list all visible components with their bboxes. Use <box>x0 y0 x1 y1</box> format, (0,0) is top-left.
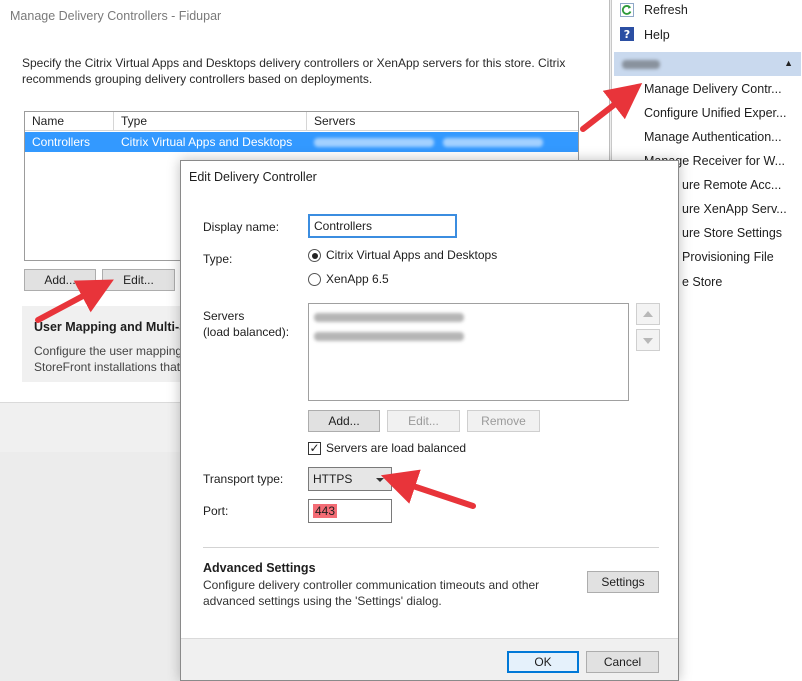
servers-label: Servers <box>203 309 245 323</box>
bg-edit-button[interactable]: Edit... <box>102 269 175 291</box>
action-manage-delivery-controllers[interactable]: Manage Delivery Contr... <box>644 82 782 96</box>
dialog-title: Edit Delivery Controller <box>189 170 317 184</box>
display-name-label: Display name: <box>203 220 280 234</box>
svg-text:?: ? <box>624 28 630 41</box>
window-description: Specify the Citrix Virtual Apps and Desk… <box>22 56 566 86</box>
radio-citrix-virtual-apps-label[interactable]: Citrix Virtual Apps and Desktops <box>326 248 497 262</box>
action-configure-store-settings[interactable]: ure Store Settings <box>682 226 782 240</box>
advanced-settings-description: Configure delivery controller communicat… <box>203 578 540 608</box>
action-manage-authentication[interactable]: Manage Authentication... <box>644 130 782 144</box>
servers-add-button[interactable]: Add... <box>308 410 380 432</box>
move-up-button[interactable] <box>636 303 660 325</box>
type-label: Type: <box>203 252 233 266</box>
dialog-footer: OK Cancel <box>181 638 678 680</box>
redacted-text <box>443 138 544 148</box>
radio-xenapp-65[interactable] <box>308 273 321 286</box>
window-title: Manage Delivery Controllers - Fidupar <box>10 9 222 23</box>
action-help[interactable]: Help <box>644 28 670 42</box>
load-balanced-checkbox[interactable]: ✓ <box>308 442 321 455</box>
cancel-button[interactable]: Cancel <box>586 651 659 673</box>
ok-button[interactable]: OK <box>507 651 579 673</box>
action-configure-remote-access[interactable]: ure Remote Acc... <box>682 178 781 192</box>
help-icon: ? <box>620 27 634 41</box>
column-header-servers[interactable]: Servers <box>307 112 578 131</box>
action-refresh[interactable]: Refresh <box>644 3 688 17</box>
redacted-server-1[interactable] <box>314 313 464 322</box>
action-configure-unified-experience[interactable]: Configure Unified Exper... <box>644 106 786 120</box>
action-export-provisioning-file[interactable]: Provisioning File <box>682 250 774 264</box>
section-title: User Mapping and Multi-Si <box>34 320 191 334</box>
row-servers-redacted <box>307 132 578 152</box>
redacted-text <box>314 138 434 148</box>
servers-sublabel: (load balanced): <box>203 325 290 339</box>
action-remove-store[interactable]: e Store <box>682 275 722 289</box>
divider <box>203 547 659 548</box>
action-configure-xenapp-services[interactable]: ure XenApp Serv... <box>682 202 787 216</box>
transport-type-value: HTTPS <box>313 472 353 486</box>
redacted-server-2[interactable] <box>314 332 464 341</box>
store-actions-group-header[interactable]: ▲ <box>614 52 801 76</box>
settings-button[interactable]: Settings <box>587 571 659 593</box>
servers-remove-button[interactable]: Remove <box>467 410 540 432</box>
column-header-type[interactable]: Type <box>114 112 307 131</box>
bg-add-button[interactable]: Add... <box>24 269 96 291</box>
section-description: Configure the user mapping StoreFront in… <box>34 344 183 374</box>
port-input[interactable]: 443 <box>308 499 392 523</box>
column-header-name[interactable]: Name <box>25 112 114 131</box>
port-value: 443 <box>313 504 338 518</box>
row-name: Controllers <box>32 135 91 149</box>
transport-type-label: Transport type: <box>203 472 284 486</box>
chevron-down-icon <box>376 478 384 482</box>
radio-xenapp-65-label[interactable]: XenApp 6.5 <box>326 272 389 286</box>
advanced-settings-title: Advanced Settings <box>203 561 316 575</box>
display-name-input[interactable]: Controllers <box>308 214 457 238</box>
refresh-icon <box>620 3 634 17</box>
port-label: Port: <box>203 504 229 518</box>
row-type: Citrix Virtual Apps and Desktops <box>121 135 293 149</box>
transport-type-select[interactable]: HTTPS <box>308 467 392 491</box>
collapse-up-icon[interactable]: ▲ <box>784 58 793 68</box>
radio-citrix-virtual-apps[interactable] <box>308 249 321 262</box>
edit-delivery-controller-dialog: Edit Delivery Controller Display name: C… <box>180 160 679 681</box>
redacted-text <box>622 60 660 69</box>
move-down-button[interactable] <box>636 329 660 351</box>
servers-edit-button[interactable]: Edit... <box>387 410 460 432</box>
servers-list[interactable] <box>308 303 629 401</box>
load-balanced-label[interactable]: Servers are load balanced <box>326 441 466 455</box>
table-row[interactable]: Controllers Citrix Virtual Apps and Desk… <box>25 132 578 152</box>
